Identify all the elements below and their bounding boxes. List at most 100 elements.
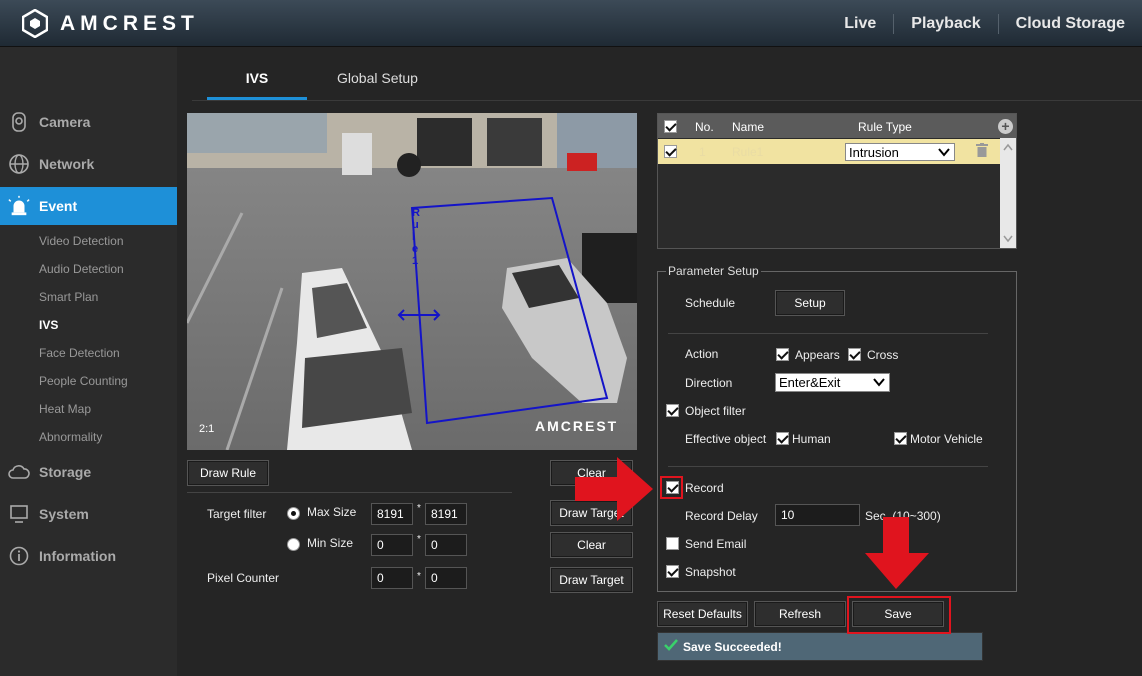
rule-table-header: No. Name Rule Type + bbox=[658, 114, 1016, 138]
direction-value: Enter&Exit bbox=[779, 375, 841, 390]
status-text: Save Succeeded! bbox=[683, 639, 782, 654]
max-width-input[interactable]: 8191 bbox=[371, 503, 413, 525]
action-label: Action bbox=[685, 347, 719, 361]
sidebar-sub-face-detection[interactable]: Face Detection bbox=[39, 346, 120, 360]
appears-checkbox[interactable] bbox=[776, 348, 789, 361]
cross-checkbox[interactable] bbox=[848, 348, 861, 361]
video-preview[interactable]: Rule1 2:1 AMCREST bbox=[187, 113, 637, 450]
col-no: No. bbox=[695, 120, 714, 134]
sidebar-item-information[interactable]: Information bbox=[0, 537, 177, 575]
info-icon bbox=[8, 545, 30, 567]
main-content: IVS Global Setup Rule1 2:1 AMCREST Draw … bbox=[177, 47, 1142, 676]
snapshot-checkbox[interactable] bbox=[666, 565, 679, 578]
multiply-sign: * bbox=[417, 571, 421, 582]
pixel-counter-width[interactable]: 0 bbox=[371, 567, 413, 589]
appears-label: Appears bbox=[795, 348, 840, 362]
tab-global-setup[interactable]: Global Setup bbox=[337, 70, 418, 86]
draw-rule-button[interactable]: Draw Rule bbox=[187, 460, 269, 486]
min-size-radio[interactable] bbox=[287, 538, 300, 551]
row-name[interactable]: Rule1 bbox=[732, 145, 763, 159]
rule-label: Rule1 bbox=[412, 207, 420, 267]
sidebar-item-event[interactable]: Event bbox=[0, 187, 186, 225]
parameter-setup-legend: Parameter Setup bbox=[666, 264, 761, 278]
video-watermark: AMCREST bbox=[535, 418, 619, 434]
nav-cloud-storage[interactable]: Cloud Storage bbox=[997, 13, 1142, 34]
divider bbox=[187, 492, 512, 493]
rule-table: No. Name Rule Type + 1 Rule1 Intrusion bbox=[657, 113, 1017, 249]
sidebar-item-label: Camera bbox=[39, 114, 91, 130]
max-size-radio[interactable] bbox=[287, 507, 300, 520]
delete-icon[interactable] bbox=[976, 143, 988, 162]
draw-target-pixel-button[interactable]: Draw Target bbox=[550, 567, 633, 593]
pixel-counter-height[interactable]: 0 bbox=[425, 567, 467, 589]
sidebar-sub-smart-plan[interactable]: Smart Plan bbox=[39, 290, 98, 304]
parameter-setup-panel: Parameter Setup Schedule Setup Action Ap… bbox=[657, 264, 1017, 592]
sidebar-item-network[interactable]: Network bbox=[0, 145, 177, 183]
sidebar-sub-people-counting[interactable]: People Counting bbox=[39, 374, 128, 388]
motor-vehicle-checkbox[interactable] bbox=[894, 432, 907, 445]
sidebar-item-camera[interactable]: Camera bbox=[0, 103, 177, 141]
human-label: Human bbox=[792, 432, 831, 446]
record-delay-input[interactable]: 10 bbox=[775, 504, 860, 526]
row-checkbox[interactable] bbox=[664, 145, 677, 158]
send-email-label: Send Email bbox=[685, 537, 747, 551]
video-timestamp: 2:1 bbox=[199, 423, 215, 435]
active-tab-indicator bbox=[207, 97, 307, 100]
max-height-input[interactable]: 8191 bbox=[425, 503, 467, 525]
sidebar-sub-heat-map[interactable]: Heat Map bbox=[39, 402, 91, 416]
tab-ivs[interactable]: IVS bbox=[207, 70, 307, 86]
cloud-icon bbox=[8, 461, 30, 483]
sidebar-sub-abnormality[interactable]: Abnormality bbox=[39, 430, 102, 444]
tab-bar: IVS Global Setup bbox=[192, 47, 1142, 101]
nav-playback[interactable]: Playback bbox=[893, 13, 997, 34]
schedule-setup-button[interactable]: Setup bbox=[775, 290, 845, 316]
chevron-down-icon bbox=[872, 375, 886, 392]
pixel-counter-label: Pixel Counter bbox=[207, 571, 280, 585]
sidebar-item-label: Event bbox=[39, 198, 78, 214]
multiply-sign: * bbox=[417, 534, 421, 545]
reset-defaults-button[interactable]: Reset Defaults bbox=[657, 601, 748, 627]
motor-vehicle-label: Motor Vehicle bbox=[910, 432, 983, 446]
row-no: 1 bbox=[699, 145, 706, 159]
add-rule-icon[interactable]: + bbox=[998, 119, 1013, 134]
send-email-checkbox[interactable] bbox=[666, 537, 679, 550]
rule-type-value: Intrusion bbox=[849, 144, 899, 160]
sidebar-sub-video-detection[interactable]: Video Detection bbox=[39, 234, 124, 248]
rule-table-scrollbar[interactable] bbox=[1000, 138, 1016, 248]
arrow-down-icon bbox=[865, 517, 929, 589]
nav-live[interactable]: Live bbox=[827, 14, 893, 34]
select-all-checkbox[interactable] bbox=[664, 120, 677, 133]
refresh-button[interactable]: Refresh bbox=[754, 601, 846, 627]
globe-icon bbox=[8, 153, 30, 175]
save-highlight-box bbox=[847, 596, 951, 634]
target-filter-label: Target filter bbox=[207, 507, 267, 521]
table-row[interactable]: 1 Rule1 Intrusion bbox=[658, 139, 1001, 164]
arrow-right-icon bbox=[575, 457, 653, 521]
sidebar-item-system[interactable]: System bbox=[0, 495, 177, 533]
cross-label: Cross bbox=[867, 348, 899, 362]
object-filter-checkbox[interactable] bbox=[666, 404, 679, 417]
rule-type-select[interactable]: Intrusion bbox=[845, 143, 955, 161]
top-header: AMCREST Live Playback Cloud Storage bbox=[0, 0, 1142, 47]
sidebar: Camera Network Event Video Detection Aud… bbox=[0, 47, 186, 676]
divider bbox=[668, 333, 988, 334]
alarm-icon bbox=[8, 195, 30, 217]
min-height-input[interactable]: 0 bbox=[425, 534, 467, 556]
check-icon bbox=[664, 639, 678, 654]
col-name: Name bbox=[732, 120, 765, 134]
top-nav: Live Playback Cloud Storage bbox=[827, 0, 1142, 47]
direction-select[interactable]: Enter&Exit bbox=[775, 373, 890, 392]
object-filter-label: Object filter bbox=[685, 404, 746, 418]
sidebar-sub-audio-detection[interactable]: Audio Detection bbox=[39, 262, 124, 276]
sidebar-sub-ivs[interactable]: IVS bbox=[39, 318, 58, 332]
monitor-icon bbox=[8, 503, 30, 525]
camera-icon bbox=[8, 111, 30, 133]
snapshot-label: Snapshot bbox=[685, 565, 736, 579]
human-checkbox[interactable] bbox=[776, 432, 789, 445]
brand-name: AMCREST bbox=[60, 11, 199, 35]
min-width-input[interactable]: 0 bbox=[371, 534, 413, 556]
clear-target-button[interactable]: Clear bbox=[550, 532, 633, 558]
chevron-down-icon bbox=[937, 145, 951, 162]
sidebar-item-storage[interactable]: Storage bbox=[0, 453, 177, 491]
min-size-label: Min Size bbox=[307, 536, 354, 550]
